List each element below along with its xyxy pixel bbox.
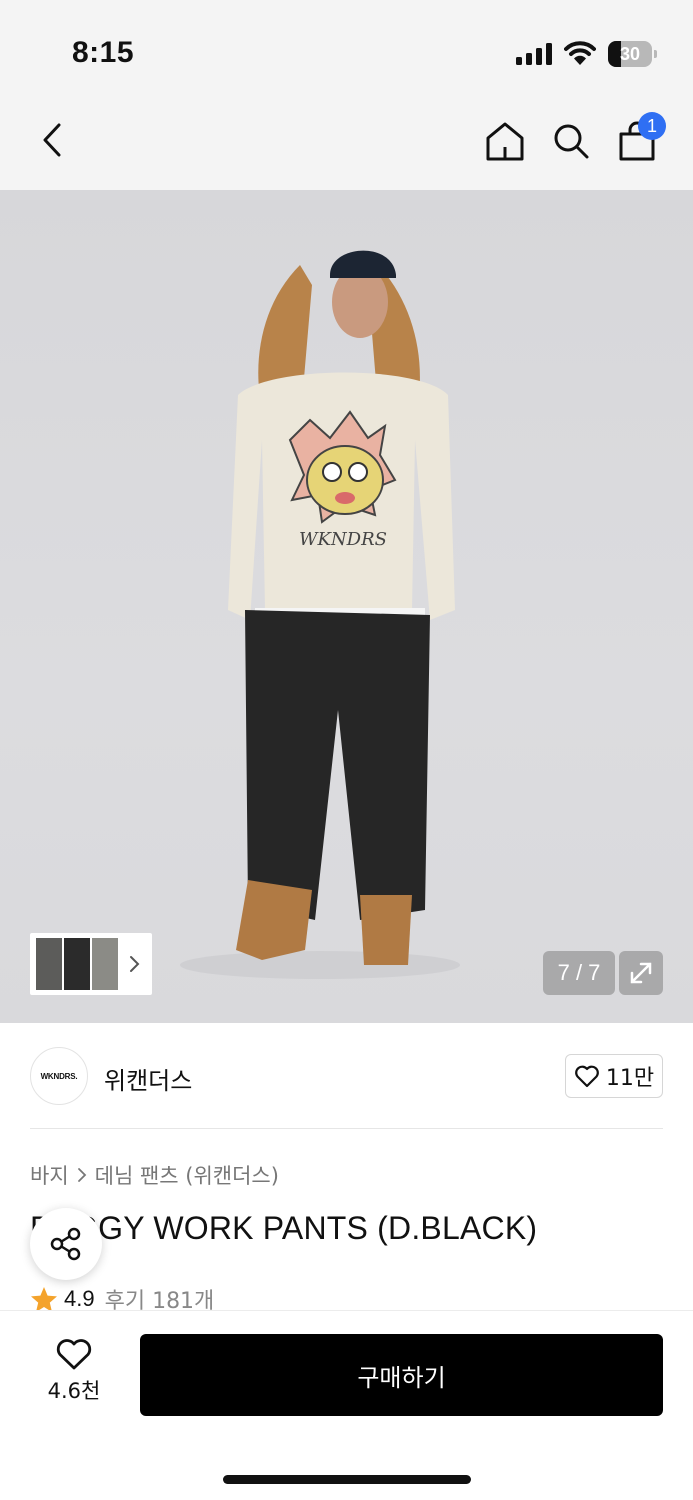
share-button[interactable] [30,1208,102,1280]
search-icon [554,124,589,159]
rating-value: 4.9 [64,1286,95,1311]
thumbnail [92,938,118,990]
top-nav-bar: 1 [0,100,693,190]
status-time: 8:15 [72,36,135,69]
wishlist-button[interactable]: 4.6천 [30,1337,118,1409]
cellular-signal-icon [516,43,552,65]
brand-like-count: 11만 [605,1066,655,1091]
wishlist-count: 4.6천 [47,1379,101,1403]
brand-name[interactable]: 위캔더스 [104,1061,192,1096]
product-image[interactable]: WKNDRS 7 / 7 [0,190,693,1023]
cart-count-badge: 1 [638,112,666,140]
image-counter: 7 / 7 [543,951,615,995]
heart-icon [56,1339,92,1370]
model-photo: WKNDRS [180,250,460,979]
home-button[interactable] [482,118,528,164]
battery-level: 30 [619,44,641,64]
chevron-right-icon [130,956,140,972]
battery-indicator: 30 [608,41,657,67]
chevron-left-icon [43,123,61,157]
thumbnail [64,938,90,990]
home-icon [486,122,524,161]
thumbnail [36,938,62,990]
bottom-action-bar: 4.6천 구매하기 [0,1310,693,1500]
expand-icon [630,962,652,984]
expand-image-button[interactable] [619,951,663,995]
brand-logo[interactable]: WKNDRS. [30,1047,88,1105]
divider [30,1128,663,1129]
thumbnail-strip-button[interactable] [30,933,152,995]
status-bar: 8:15 30 [0,0,693,100]
back-button[interactable] [30,118,74,162]
product-title: BAGGY WORK PANTS (D.BLACK) [30,1210,538,1246]
chevron-right-icon [77,1168,86,1182]
breadcrumb: 바지 데님 팬츠 (위캔더스) [30,1160,279,1190]
svg-text:WKNDRS: WKNDRS [299,529,387,550]
breadcrumb-item-denim-pants[interactable]: 데님 팬츠 (위캔더스) [95,1160,279,1190]
wifi-icon [564,41,596,65]
search-button[interactable] [548,118,594,164]
brand-like-button[interactable]: 11만 [565,1054,663,1098]
buy-button[interactable]: 구매하기 [140,1334,663,1416]
breadcrumb-item-pants[interactable]: 바지 [30,1160,69,1190]
heart-icon [574,1065,599,1088]
home-indicator [223,1475,471,1484]
brand-row: WKNDRS. 위캔더스 11만 [0,1023,693,1129]
share-icon [50,1227,81,1261]
star-icon [31,1286,57,1312]
cart-button[interactable]: 1 [614,112,666,164]
